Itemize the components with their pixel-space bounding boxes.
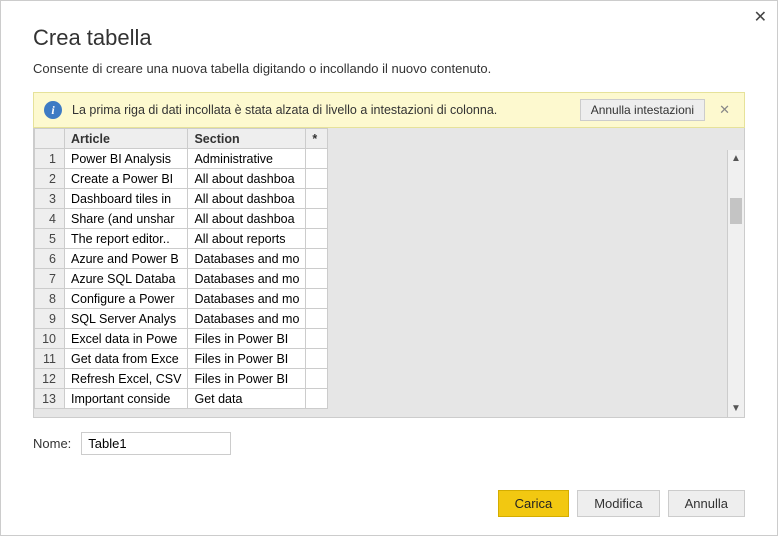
table-name-input[interactable] bbox=[81, 432, 231, 455]
table-row[interactable]: 10Excel data in PoweFiles in Power BI bbox=[35, 329, 328, 349]
cell-article[interactable]: Azure SQL Databa bbox=[65, 269, 188, 289]
cell-section[interactable]: All about dashboa bbox=[188, 189, 306, 209]
table-row[interactable]: 1Power BI AnalysisAdministrative bbox=[35, 149, 328, 169]
row-number-header bbox=[35, 129, 65, 149]
table-row[interactable]: 4Share (and unsharAll about dashboa bbox=[35, 209, 328, 229]
name-label: Nome: bbox=[33, 436, 71, 451]
banner-text: La prima riga di dati incollata è stata … bbox=[72, 103, 570, 117]
row-number: 3 bbox=[35, 189, 65, 209]
row-number: 4 bbox=[35, 209, 65, 229]
scroll-up-icon[interactable]: ▲ bbox=[728, 150, 744, 167]
cell-article[interactable]: SQL Server Analys bbox=[65, 309, 188, 329]
row-number: 6 bbox=[35, 249, 65, 269]
cell-section[interactable]: Get data bbox=[188, 389, 306, 409]
row-number: 11 bbox=[35, 349, 65, 369]
close-icon[interactable]: ✕ bbox=[754, 7, 767, 27]
cell-article[interactable]: Power BI Analysis bbox=[65, 149, 188, 169]
load-button[interactable]: Carica bbox=[498, 490, 570, 517]
data-grid[interactable]: Article Section * 1Power BI AnalysisAdmi… bbox=[33, 128, 745, 418]
table-row[interactable]: 6Azure and Power BDatabases and mo bbox=[35, 249, 328, 269]
cancel-button[interactable]: Annulla bbox=[668, 490, 745, 517]
cell-empty[interactable] bbox=[306, 169, 328, 189]
row-number: 7 bbox=[35, 269, 65, 289]
info-icon: i bbox=[44, 101, 62, 119]
cell-section[interactable]: Files in Power BI bbox=[188, 349, 306, 369]
column-header-article[interactable]: Article bbox=[65, 129, 188, 149]
cell-section[interactable]: Databases and mo bbox=[188, 269, 306, 289]
dialog-title: Crea tabella bbox=[33, 25, 745, 51]
cell-section[interactable]: Files in Power BI bbox=[188, 369, 306, 389]
table-row[interactable]: 8Configure a PowerDatabases and mo bbox=[35, 289, 328, 309]
dialog-subtitle: Consente di creare una nuova tabella dig… bbox=[33, 61, 745, 76]
cell-article[interactable]: Azure and Power B bbox=[65, 249, 188, 269]
row-number: 1 bbox=[35, 149, 65, 169]
table-row[interactable]: 7Azure SQL DatabaDatabases and mo bbox=[35, 269, 328, 289]
cell-article[interactable]: Important conside bbox=[65, 389, 188, 409]
cell-article[interactable]: Excel data in Powe bbox=[65, 329, 188, 349]
cell-empty[interactable] bbox=[306, 369, 328, 389]
cell-article[interactable]: Refresh Excel, CSV bbox=[65, 369, 188, 389]
cell-article[interactable]: Create a Power BI bbox=[65, 169, 188, 189]
column-header-section[interactable]: Section bbox=[188, 129, 306, 149]
banner-close-icon[interactable]: ✕ bbox=[715, 102, 734, 118]
cell-article[interactable]: Dashboard tiles in bbox=[65, 189, 188, 209]
scroll-thumb[interactable] bbox=[730, 198, 742, 224]
cell-article[interactable]: Get data from Exce bbox=[65, 349, 188, 369]
info-banner: i La prima riga di dati incollata è stat… bbox=[33, 92, 745, 128]
cell-empty[interactable] bbox=[306, 309, 328, 329]
cell-section[interactable]: Databases and mo bbox=[188, 249, 306, 269]
cell-empty[interactable] bbox=[306, 289, 328, 309]
vertical-scrollbar[interactable]: ▲ ▼ bbox=[727, 150, 744, 417]
table-row[interactable]: 2Create a Power BIAll about dashboa bbox=[35, 169, 328, 189]
cell-empty[interactable] bbox=[306, 329, 328, 349]
row-number: 10 bbox=[35, 329, 65, 349]
row-number: 2 bbox=[35, 169, 65, 189]
row-number: 9 bbox=[35, 309, 65, 329]
cell-section[interactable]: All about dashboa bbox=[188, 169, 306, 189]
header-row: Article Section * bbox=[35, 129, 328, 149]
cell-section[interactable]: Databases and mo bbox=[188, 309, 306, 329]
table-row[interactable]: 13Important consideGet data bbox=[35, 389, 328, 409]
cell-empty[interactable] bbox=[306, 249, 328, 269]
cell-empty[interactable] bbox=[306, 149, 328, 169]
edit-button[interactable]: Modifica bbox=[577, 490, 659, 517]
table-row[interactable]: 5The report editor..All about reports bbox=[35, 229, 328, 249]
cell-section[interactable]: Administrative bbox=[188, 149, 306, 169]
cell-empty[interactable] bbox=[306, 209, 328, 229]
row-number: 12 bbox=[35, 369, 65, 389]
column-header-star[interactable]: * bbox=[306, 129, 328, 149]
cell-empty[interactable] bbox=[306, 189, 328, 209]
cell-article[interactable]: The report editor.. bbox=[65, 229, 188, 249]
row-number: 5 bbox=[35, 229, 65, 249]
scroll-down-icon[interactable]: ▼ bbox=[728, 400, 744, 417]
cell-empty[interactable] bbox=[306, 229, 328, 249]
table-row[interactable]: 11Get data from ExceFiles in Power BI bbox=[35, 349, 328, 369]
table-row[interactable]: 3Dashboard tiles inAll about dashboa bbox=[35, 189, 328, 209]
undo-headers-button[interactable]: Annulla intestazioni bbox=[580, 99, 705, 121]
row-number: 13 bbox=[35, 389, 65, 409]
cell-empty[interactable] bbox=[306, 389, 328, 409]
cell-article[interactable]: Share (and unshar bbox=[65, 209, 188, 229]
cell-section[interactable]: All about reports bbox=[188, 229, 306, 249]
cell-article[interactable]: Configure a Power bbox=[65, 289, 188, 309]
cell-empty[interactable] bbox=[306, 349, 328, 369]
cell-section[interactable]: Databases and mo bbox=[188, 289, 306, 309]
row-number: 8 bbox=[35, 289, 65, 309]
cell-empty[interactable] bbox=[306, 269, 328, 289]
cell-section[interactable]: All about dashboa bbox=[188, 209, 306, 229]
cell-section[interactable]: Files in Power BI bbox=[188, 329, 306, 349]
table-row[interactable]: 9SQL Server AnalysDatabases and mo bbox=[35, 309, 328, 329]
table-row[interactable]: 12Refresh Excel, CSVFiles in Power BI bbox=[35, 369, 328, 389]
